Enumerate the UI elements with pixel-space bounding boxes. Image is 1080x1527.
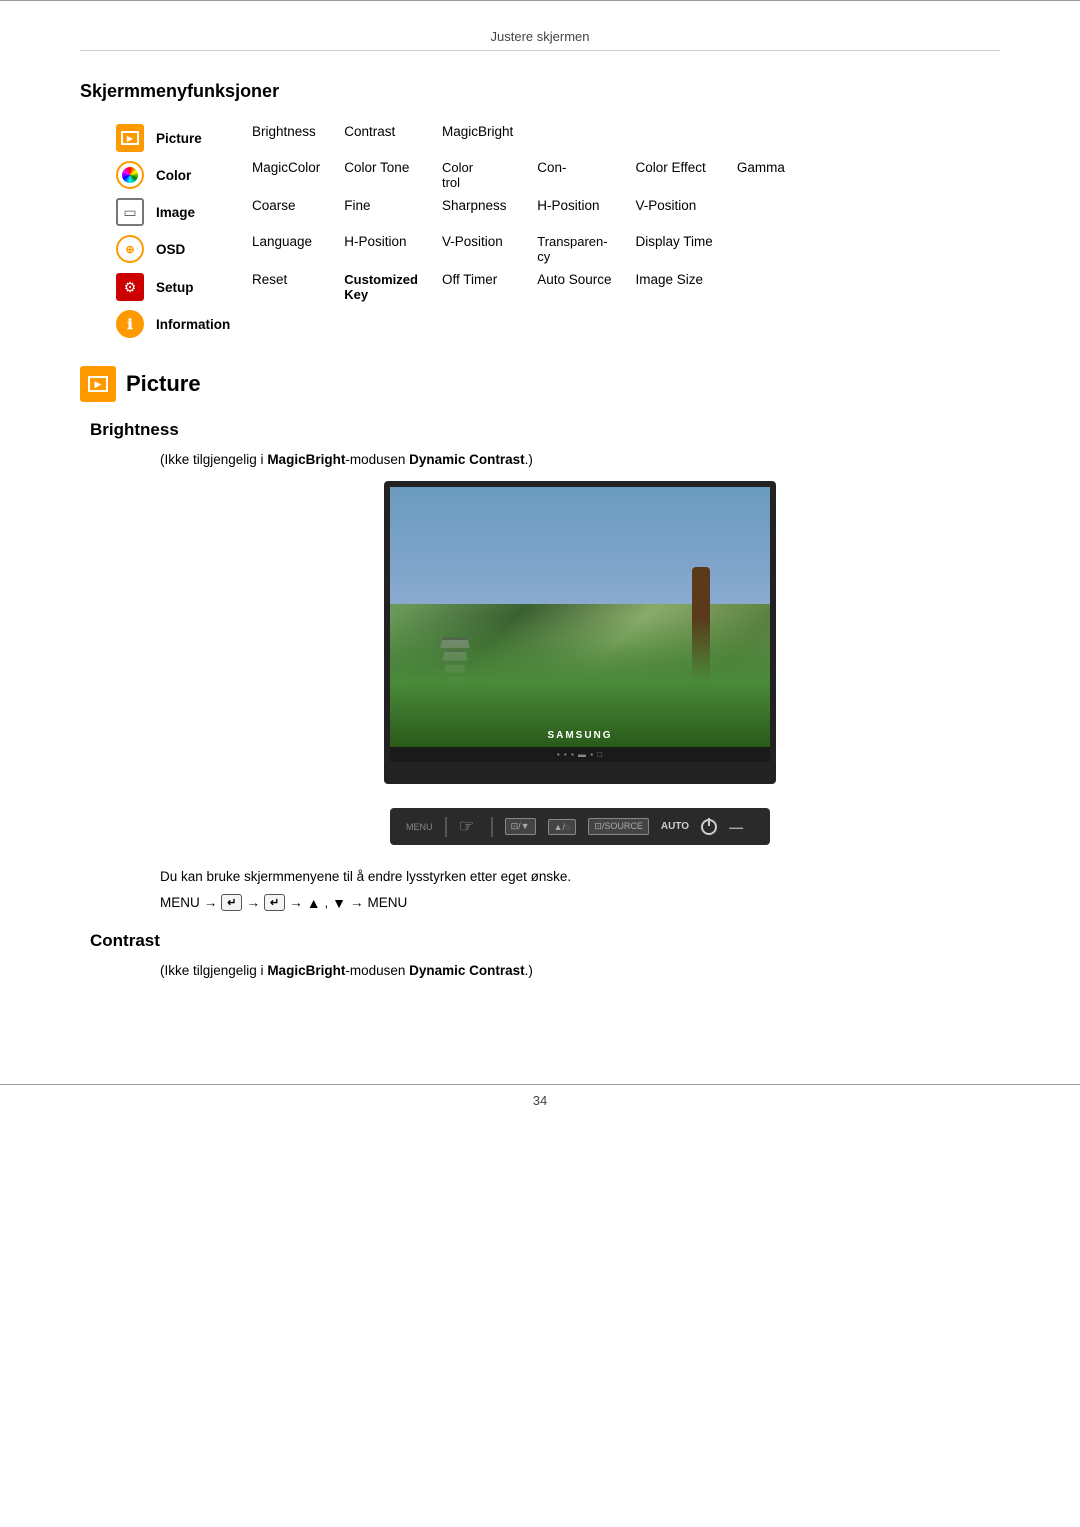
contrast-note: (Ikke tilgjengelig i MagicBright-modusen… (160, 963, 1000, 978)
key-enter-1: ↵ (221, 894, 242, 911)
btn2[interactable]: ▲/◌ (548, 819, 577, 835)
color-item-1: MagicColor (240, 156, 332, 194)
monitor-outer: SAMSUNG ▪ ▪ ▪ ▬ ▪ □ (384, 481, 776, 784)
menu-row-picture: Picture Brightness Contrast MagicBright (110, 120, 797, 156)
brightness-body-text: Du kan bruke skjermmenyene til å endre l… (160, 869, 1000, 884)
osd-item-3: V-Position (430, 230, 525, 268)
image-item-2: Fine (332, 194, 430, 230)
brightness-note: (Ikke tilgjengelig i MagicBright-modusen… (160, 452, 1000, 467)
color-item-6: Gamma (725, 156, 797, 194)
setup-item-3: Off Timer (430, 268, 525, 306)
picture-label: Picture (150, 120, 240, 156)
menu-row-image: ▭ Image Coarse Fine Sharpness H-Position… (110, 194, 797, 230)
monitor-image-wrapper: SAMSUNG ▪ ▪ ▪ ▬ ▪ □ (160, 481, 1000, 784)
color-item-2: Color Tone (332, 156, 430, 194)
osd-item-1: Language (240, 230, 332, 268)
control-panel-wrapper: MENU ☞ ⊡/▼ ▲/◌ ⊡/SOURCE AUTO — (160, 808, 1000, 845)
page-header: Justere skjermen (80, 29, 1000, 51)
color-item-4: Con- (525, 156, 623, 194)
osd-item-5: Display Time (624, 230, 725, 268)
power-button[interactable] (701, 819, 717, 835)
key-enter-2: ↵ (264, 894, 285, 911)
contrast-dynamic-contrast: Dynamic Contrast (409, 963, 525, 978)
picture-icon (116, 124, 144, 152)
osd-item-4: Transparen-cy (525, 230, 623, 268)
image-item-4: H-Position (525, 194, 623, 230)
setup-icon: ⚙ (116, 273, 144, 301)
menu-row-color: Color MagicColor Color Tone Colortrol Co… (110, 156, 797, 194)
menu-table: Picture Brightness Contrast MagicBright … (110, 120, 797, 342)
btn1[interactable]: ⊡/▼ (505, 818, 536, 835)
hand-cursor: ☞ (459, 816, 475, 837)
setup-item-2: CustomizedKey (332, 268, 430, 306)
contrast-magic-bright: MagicBright (267, 963, 345, 978)
color-item-3: Colortrol (430, 156, 525, 194)
monitor-bottom-bar: ▪ ▪ ▪ ▬ ▪ □ (390, 747, 770, 762)
auto-button[interactable]: AUTO (661, 821, 689, 832)
image-item-1: Coarse (240, 194, 332, 230)
page-footer: 34 (0, 1085, 1080, 1108)
monitor-brand-label: SAMSUNG (547, 730, 612, 741)
menu-row-information: ℹ Information (110, 306, 797, 342)
picture-big-icon: ▶ (80, 366, 116, 402)
image-icon: ▭ (116, 198, 144, 226)
color-item-5: Color Effect (624, 156, 725, 194)
information-label: Information (150, 306, 240, 342)
key-down-arrow: ▼ (332, 895, 346, 911)
brightness-magic-bright: MagicBright (267, 452, 345, 467)
picture-item-1: Brightness (240, 120, 332, 156)
brightness-dynamic-contrast: Dynamic Contrast (409, 452, 525, 467)
menu-row-setup: ⚙ Setup Reset CustomizedKey Off Timer Au… (110, 268, 797, 306)
picture-item-3: MagicBright (430, 120, 525, 156)
garden-foliage (390, 617, 770, 747)
menu-button[interactable]: MENU (406, 822, 433, 832)
menu-row-osd: ⊕ OSD Language H-Position V-Position Tra… (110, 230, 797, 268)
osd-label: OSD (150, 230, 240, 268)
setup-item-1: Reset (240, 268, 332, 306)
setup-item-4: Auto Source (525, 268, 623, 306)
contrast-title: Contrast (90, 931, 1000, 951)
osd-icon: ⊕ (116, 235, 144, 263)
picture-header-label: Picture (126, 371, 201, 397)
key-up-arrow: ▲ (307, 895, 321, 911)
main-section-title: Skjermmenyfunksjoner (80, 81, 1000, 102)
image-item-3: Sharpness (430, 194, 525, 230)
picture-item-2: Contrast (332, 120, 430, 156)
color-label: Color (150, 156, 240, 194)
color-icon (116, 161, 144, 189)
picture-section-header: ▶ Picture (80, 366, 1000, 402)
information-icon: ℹ (116, 310, 144, 338)
setup-label: Setup (150, 268, 240, 306)
minus-button[interactable]: — (729, 819, 743, 835)
setup-item-5: Image Size (624, 268, 725, 306)
btn3[interactable]: ⊡/SOURCE (588, 818, 649, 835)
menu-path: MENU → ↵ → ↵ → ▲ , ▼ → MENU (160, 894, 1000, 911)
brightness-title: Brightness (90, 420, 1000, 440)
monitor-screen: SAMSUNG (390, 487, 770, 747)
osd-item-2: H-Position (332, 230, 430, 268)
separator-comma: , (325, 895, 329, 910)
image-item-5: V-Position (624, 194, 725, 230)
image-label: Image (150, 194, 240, 230)
control-panel: MENU ☞ ⊡/▼ ▲/◌ ⊡/SOURCE AUTO — (390, 808, 770, 845)
